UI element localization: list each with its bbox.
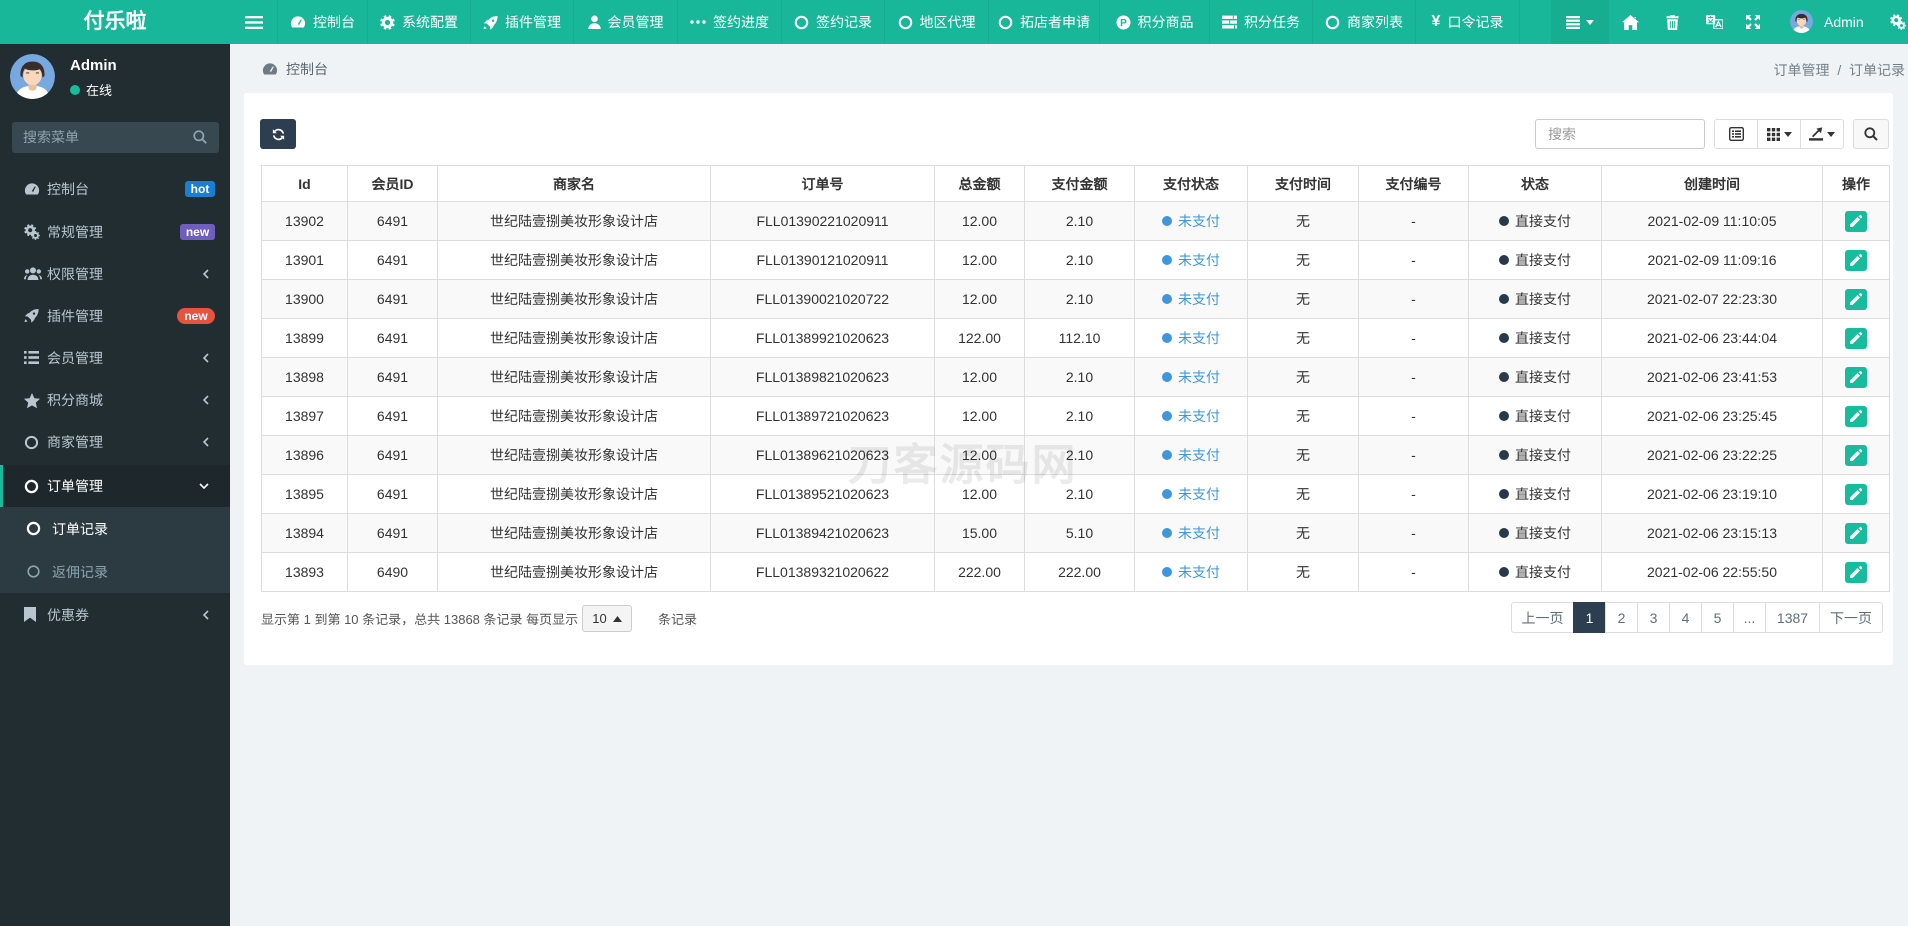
svg-text:P: P [1120,18,1127,29]
